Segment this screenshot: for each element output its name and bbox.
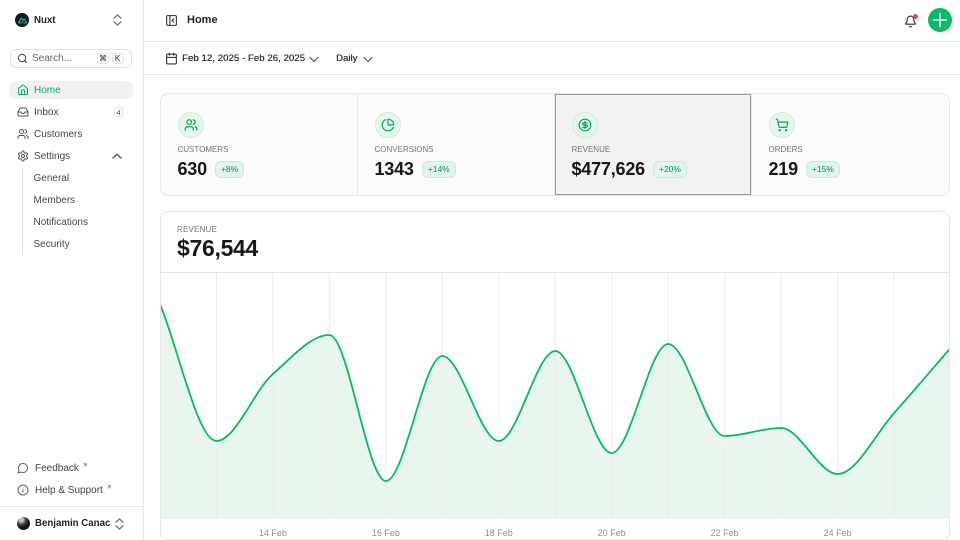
- svg-text:18 Feb: 18 Feb: [485, 528, 513, 538]
- svg-text:22 Feb: 22 Feb: [711, 528, 739, 538]
- svg-text:24 Feb: 24 Feb: [824, 528, 852, 538]
- svg-text:16 Feb: 16 Feb: [372, 528, 400, 538]
- svg-text:20 Feb: 20 Feb: [598, 528, 626, 538]
- svg-text:14 Feb: 14 Feb: [259, 528, 287, 538]
